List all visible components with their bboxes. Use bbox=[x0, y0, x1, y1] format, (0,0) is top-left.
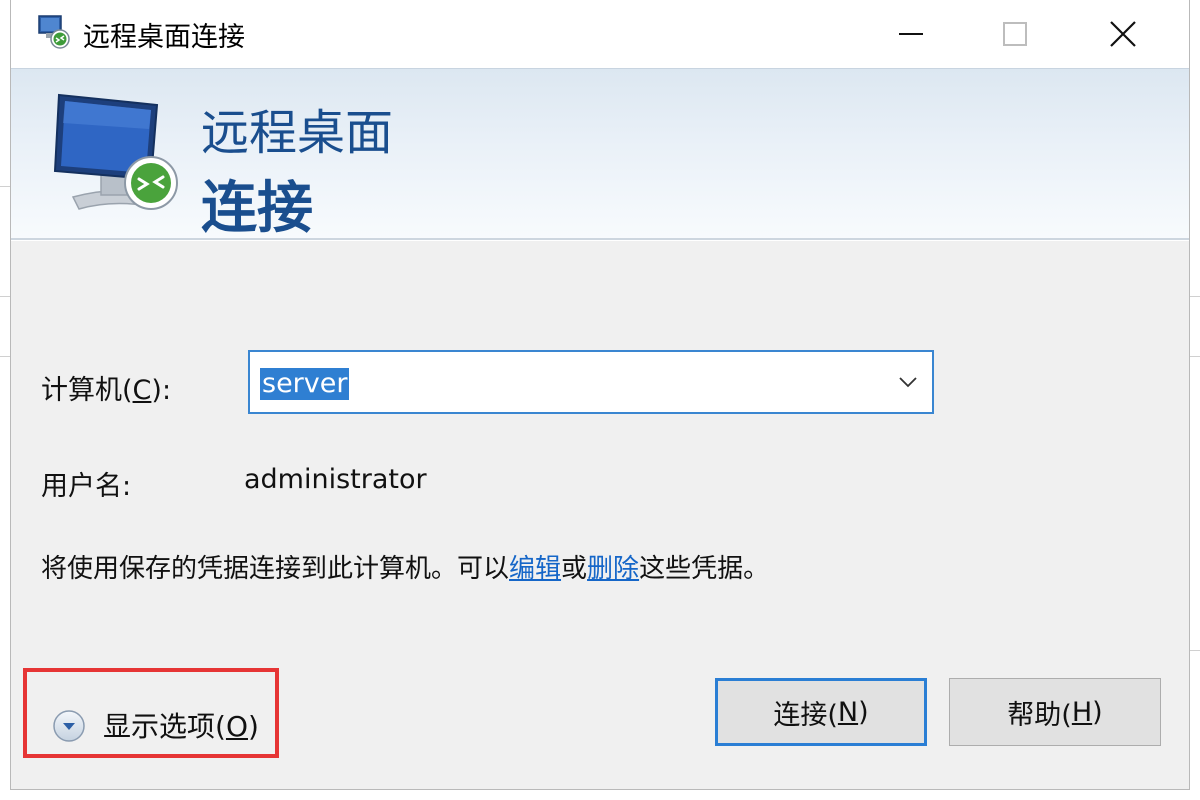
help-button-accel: H bbox=[1071, 696, 1093, 728]
info-suffix: 这些凭据。 bbox=[639, 554, 770, 584]
expand-options-icon[interactable] bbox=[51, 708, 87, 744]
show-options-label[interactable]: 显示选项(O) bbox=[103, 705, 259, 745]
help-button-text: 帮助( bbox=[1007, 699, 1072, 731]
username-label: 用户名: bbox=[41, 471, 132, 502]
window-title: 远程桌面连接 bbox=[83, 22, 245, 53]
header-banner: 远程桌面 连接 bbox=[11, 68, 1189, 241]
computer-label: 计算机(C): bbox=[41, 368, 171, 407]
credentials-info: 将使用保存的凭据连接到此计算机。可以编辑或删除这些凭据。 bbox=[41, 548, 769, 585]
edit-credentials-link[interactable]: 编辑 bbox=[509, 554, 561, 584]
connect-button-text: 连接( bbox=[773, 699, 838, 731]
info-prefix: 将使用保存的凭据连接到此计算机。可以 bbox=[41, 554, 510, 584]
computer-label-accel: C bbox=[132, 375, 152, 406]
chevron-down-icon[interactable] bbox=[892, 366, 924, 398]
connect-button-end: ) bbox=[858, 696, 869, 728]
banner-divider-highlight bbox=[11, 240, 1189, 241]
remote-desktop-monitor-icon bbox=[51, 89, 189, 217]
show-options-accel: O bbox=[225, 710, 248, 743]
background-left-strip bbox=[0, 0, 10, 800]
delete-credentials-link[interactable]: 删除 bbox=[587, 554, 639, 584]
computer-label-end: ): bbox=[151, 375, 172, 406]
banner-title-line1: 远程桌面 bbox=[201, 105, 394, 161]
remote-desktop-app-icon bbox=[37, 14, 73, 50]
username-value: administrator bbox=[244, 464, 427, 495]
computer-label-text: 计算机( bbox=[41, 375, 133, 406]
connect-button-accel: N bbox=[837, 696, 859, 728]
background-right-strip bbox=[1190, 0, 1200, 800]
info-middle: 或 bbox=[561, 554, 588, 584]
help-button[interactable]: 帮助(H) bbox=[949, 678, 1161, 746]
close-icon[interactable] bbox=[1091, 8, 1155, 60]
connect-button[interactable]: 连接(N) bbox=[715, 678, 927, 746]
computer-input[interactable]: server bbox=[260, 368, 350, 400]
show-options-end: ) bbox=[247, 710, 259, 743]
computer-combobox[interactable]: server bbox=[248, 350, 934, 414]
help-button-end: ) bbox=[1092, 696, 1103, 728]
show-options-text: 显示选项( bbox=[103, 710, 226, 743]
title-bar[interactable]: 远程桌面连接 bbox=[11, 0, 1189, 68]
minimize-icon[interactable] bbox=[879, 8, 943, 60]
banner-title-line2: 连接 bbox=[201, 176, 313, 241]
remote-desktop-dialog: 远程桌面连接 远程桌面 连接 计算机(C): server 用户名: admin… bbox=[10, 0, 1190, 790]
maximize-icon[interactable] bbox=[983, 8, 1047, 60]
